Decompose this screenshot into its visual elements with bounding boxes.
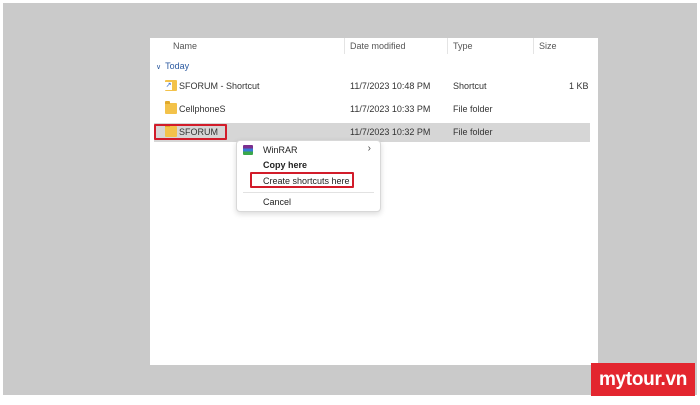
file-row-cellphones[interactable]: CellphoneS 11/7/2023 10:33 PM File folde… bbox=[154, 100, 590, 119]
column-divider[interactable] bbox=[344, 38, 345, 54]
menu-item-winrar[interactable]: WinRAR › bbox=[237, 143, 380, 157]
menu-item-copy-here[interactable]: Copy here bbox=[237, 158, 380, 172]
file-row-sforum-shortcut[interactable]: SFORUM - Shortcut 11/7/2023 10:48 PM Sho… bbox=[154, 77, 590, 96]
column-header-size[interactable]: Size bbox=[539, 41, 557, 51]
chevron-right-icon: › bbox=[367, 143, 371, 154]
file-name: CellphoneS bbox=[179, 104, 226, 114]
column-header-name[interactable]: Name bbox=[173, 41, 197, 51]
column-divider[interactable] bbox=[533, 38, 534, 54]
file-name: SFORUM - Shortcut bbox=[179, 81, 260, 91]
file-date: 11/7/2023 10:32 PM bbox=[350, 127, 431, 137]
menu-item-label: Cancel bbox=[263, 197, 292, 207]
highlight-box-selected-folder bbox=[154, 124, 227, 140]
menu-item-label: Copy here bbox=[263, 160, 308, 170]
winrar-icon bbox=[243, 145, 253, 155]
menu-item-cancel[interactable]: Cancel bbox=[237, 195, 380, 209]
column-header-type[interactable]: Type bbox=[453, 41, 473, 51]
group-header-today[interactable]: ∨ Today bbox=[156, 61, 189, 71]
highlight-box-create-shortcuts bbox=[250, 172, 354, 188]
chevron-down-icon: ∨ bbox=[156, 64, 162, 71]
column-divider[interactable] bbox=[447, 38, 448, 54]
file-size: 1 KB bbox=[569, 81, 589, 91]
file-date: 11/7/2023 10:33 PM bbox=[350, 104, 431, 114]
file-type: Shortcut bbox=[453, 81, 487, 91]
brand-watermark: mytour.vn bbox=[591, 363, 695, 396]
file-date: 11/7/2023 10:48 PM bbox=[350, 81, 431, 91]
file-type: File folder bbox=[453, 127, 493, 137]
shortcut-icon bbox=[165, 80, 177, 91]
folder-icon bbox=[165, 101, 177, 114]
column-header-date[interactable]: Date modified bbox=[350, 41, 406, 51]
menu-item-label: WinRAR bbox=[263, 145, 298, 155]
file-type: File folder bbox=[453, 104, 493, 114]
group-label: Today bbox=[165, 61, 190, 71]
menu-divider bbox=[243, 192, 374, 193]
